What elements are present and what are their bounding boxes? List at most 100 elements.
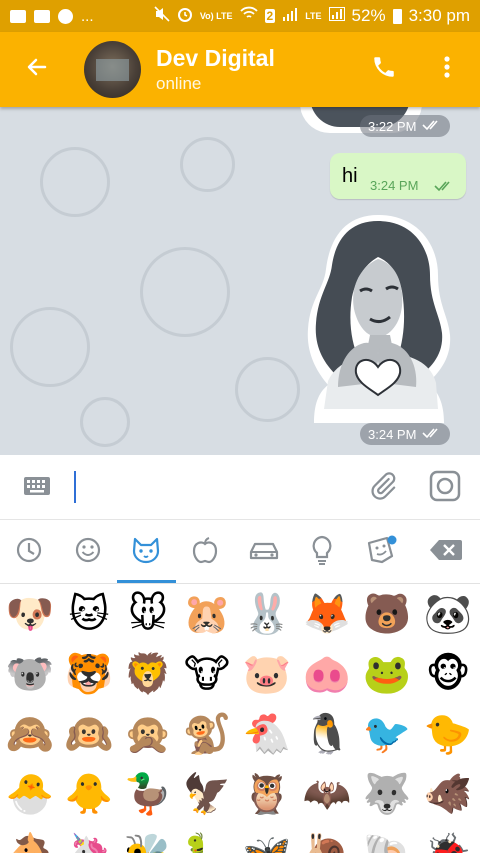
emoji-item[interactable]: 🦋: [237, 825, 297, 853]
alarm-icon: [177, 6, 193, 27]
emoji-item[interactable]: 🙈: [0, 705, 60, 765]
tab-objects[interactable]: [293, 520, 351, 584]
selected-tab-indicator: [117, 580, 176, 583]
battery-icon: [392, 8, 402, 24]
chat-area[interactable]: 3:22 PM hi 3:24 PM 3:24 PM: [0, 107, 480, 455]
mute-icon: [154, 5, 170, 27]
message-time-pill: 3:22 PM: [360, 115, 451, 137]
arrow-back-icon: [25, 55, 49, 84]
emoji-item[interactable]: 🐦: [357, 705, 417, 765]
emoji-item[interactable]: 🦉: [237, 765, 297, 825]
emoji-item[interactable]: 🐻: [357, 585, 417, 645]
emoji-item[interactable]: 🐷: [237, 645, 297, 705]
emoji-item[interactable]: 🐰: [237, 585, 297, 645]
backspace-icon: [429, 538, 463, 567]
sticker-message[interactable]: [298, 211, 460, 425]
emoji-item[interactable]: 🐛: [177, 825, 237, 853]
contact-status: online: [156, 74, 202, 93]
emoji-item[interactable]: 🐽: [297, 645, 357, 705]
objects-icon: [310, 535, 334, 570]
avatar[interactable]: [84, 41, 141, 98]
emoji-item[interactable]: 🐯: [59, 645, 119, 705]
emoji-item[interactable]: 🦄: [59, 825, 119, 853]
wallpaper-doodle: [10, 307, 90, 387]
emoji-item[interactable]: 🐼: [418, 585, 478, 645]
emoji-item[interactable]: 🐚: [357, 825, 417, 853]
camera-button[interactable]: [422, 465, 468, 511]
emoji-item[interactable]: 🐶: [0, 585, 60, 645]
backspace-button[interactable]: [417, 520, 475, 584]
signal-1-icon: [282, 6, 298, 26]
emoji-item[interactable]: 🦁: [118, 645, 178, 705]
emoji-item[interactable]: 🐴: [0, 825, 60, 853]
emoji-item[interactable]: 🐵: [418, 645, 478, 705]
emoji-item[interactable]: 🐥: [59, 765, 119, 825]
message-time: 3:22 PM: [368, 118, 417, 134]
emoji-item[interactable]: 🦆: [118, 765, 178, 825]
emoji-item[interactable]: 🐱: [59, 585, 119, 645]
email-icon: [34, 9, 50, 23]
more-options-button[interactable]: [424, 32, 470, 107]
contact-info[interactable]: Dev Digital online: [156, 45, 275, 94]
emoji-item[interactable]: 🐞: [418, 825, 478, 853]
attach-icon: [368, 471, 398, 506]
wifi-icon: [239, 6, 258, 26]
tab-smileys[interactable]: [59, 520, 117, 584]
more-vert-icon: [444, 55, 450, 84]
emoji-item[interactable]: 🦊: [297, 585, 357, 645]
lte-label: LTE: [305, 10, 322, 21]
stickers-icon: [365, 535, 397, 570]
emoji-item[interactable]: 🙊: [118, 705, 178, 765]
wallpaper-doodle: [40, 147, 110, 217]
food-icon: [191, 536, 219, 569]
tab-recent[interactable]: [0, 520, 58, 584]
whatsapp-icon: [58, 8, 73, 24]
emoji-item[interactable]: 🦅: [177, 765, 237, 825]
emoji-item[interactable]: 🐺: [357, 765, 417, 825]
outgoing-message[interactable]: hi 3:24 PM: [330, 153, 466, 199]
emoji-item[interactable]: 🐒: [177, 705, 237, 765]
emoji-item[interactable]: 🐸: [357, 645, 417, 705]
wallpaper-doodle: [235, 357, 300, 422]
clock: 3:30 pm: [408, 6, 470, 25]
keyboard-toggle-button[interactable]: [14, 465, 60, 511]
tab-travel[interactable]: [235, 520, 293, 584]
emoji-item[interactable]: 🐮: [177, 645, 237, 705]
double-check-icon: [434, 179, 456, 197]
message-input[interactable]: [70, 463, 350, 513]
emoji-item[interactable]: 🐣: [0, 765, 60, 825]
keyboard-icon: [23, 476, 51, 501]
message-time: 3:24 PM: [370, 178, 419, 193]
message-time: 3:24 PM: [368, 426, 417, 442]
emoji-grid: 🐶🐱🐭🐹🐰🦊🐻🐼 🐨🐯🦁🐮🐷🐽🐸🐵 🙈🙉🙊🐒🐔🐧🐦🐤 🐣🐥🦆🦅🦉🦇🐺🐗 🐴🦄🐝🐛🦋🐌🐚🐞: [0, 585, 480, 853]
emoji-item[interactable]: 🐤: [418, 705, 478, 765]
emoji-item[interactable]: 🐗: [418, 765, 478, 825]
contact-name: Dev Digital: [156, 45, 275, 71]
emoji-item[interactable]: 🐭: [118, 585, 178, 645]
emoji-item[interactable]: 🙉: [59, 705, 119, 765]
back-button[interactable]: [0, 32, 74, 107]
call-button[interactable]: [358, 32, 410, 107]
emoji-item[interactable]: 🦇: [297, 765, 357, 825]
smileys-icon: [74, 536, 102, 569]
animals-icon: [130, 536, 162, 569]
tab-food[interactable]: [176, 520, 234, 584]
double-check-icon: [422, 119, 442, 134]
sticker-image: [307, 215, 451, 423]
tab-stickers[interactable]: [352, 520, 410, 584]
double-check-icon: [422, 427, 442, 442]
emoji-item[interactable]: 🐨: [0, 645, 60, 705]
status-bar: ... Vo) LTE 2 LTE 52% 3:30 pm: [0, 0, 480, 32]
emoji-item[interactable]: 🐝: [118, 825, 178, 853]
tab-animals[interactable]: [117, 520, 175, 584]
wallpaper-doodle: [80, 397, 130, 447]
emoji-item[interactable]: 🐌: [297, 825, 357, 853]
phone-icon: [371, 54, 397, 85]
emoji-item[interactable]: 🐹: [177, 585, 237, 645]
emoji-item[interactable]: 🐔: [237, 705, 297, 765]
travel-icon: [248, 538, 280, 567]
gallery-icon: [10, 9, 26, 23]
emoji-item[interactable]: 🐧: [297, 705, 357, 765]
attach-button[interactable]: [360, 465, 406, 511]
camera-icon: [429, 470, 461, 507]
